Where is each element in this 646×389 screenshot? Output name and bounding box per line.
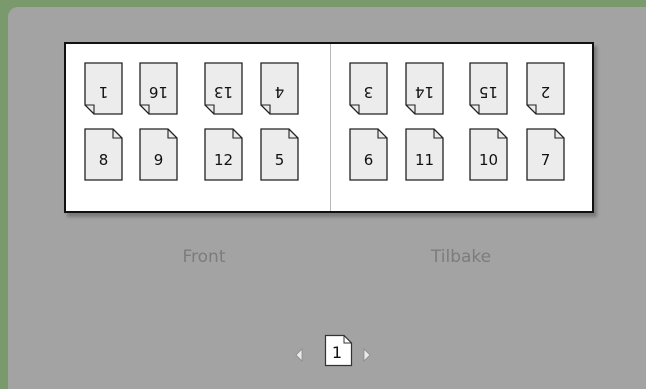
page-number: 11	[414, 151, 435, 169]
back-bottom-page-11: 11	[405, 128, 444, 181]
current-sheet-number: 1	[331, 343, 343, 362]
front-top-page-1: 1	[84, 62, 123, 115]
back-top-page-14: 14	[405, 62, 444, 115]
page-number: 5	[274, 151, 285, 169]
back-bottom-page-6: 6	[349, 128, 388, 181]
front-label: Front	[182, 247, 226, 267]
page-number: 7	[540, 151, 551, 169]
back-top-page-15: 15	[469, 62, 508, 115]
front-top-page-13: 13	[204, 62, 243, 115]
page-number: 16	[148, 83, 169, 101]
page-number: 4	[274, 83, 285, 101]
page-number: 9	[153, 151, 164, 169]
page-number: 6	[363, 151, 374, 169]
back-top-page-2: 2	[526, 62, 565, 115]
front-bottom-page-12: 12	[204, 128, 243, 181]
front-top-page-16: 16	[139, 62, 178, 115]
front-bottom-page-9: 9	[139, 128, 178, 181]
front-top-page-4: 4	[260, 62, 299, 115]
triangle-right-icon[interactable]	[362, 347, 372, 362]
page-number: 2	[540, 83, 551, 101]
page-number: 1	[98, 83, 109, 101]
triangle-left-icon[interactable]	[294, 347, 304, 362]
back-bottom-page-10: 10	[469, 128, 508, 181]
front-bottom-page-5: 5	[260, 128, 299, 181]
page-number: 8	[98, 151, 109, 169]
sheet-preview: 1 16 13 4 8 9 12 5 3 14 15 2 6 11 10 7	[64, 42, 594, 213]
page-number: 13	[213, 83, 234, 101]
page-number: 15	[478, 83, 499, 101]
page-number: 14	[414, 83, 435, 101]
imposition-panel: 1 16 13 4 8 9 12 5 3 14 15 2 6 11 10 7 Front Tilbake 1	[8, 7, 646, 389]
page-number: 10	[478, 151, 499, 169]
back-top-page-3: 3	[349, 62, 388, 115]
current-sheet-button[interactable]: 1	[324, 334, 353, 367]
front-bottom-page-8: 8	[84, 128, 123, 181]
page-number: 12	[213, 151, 234, 169]
back-label: Tilbake	[430, 247, 492, 267]
back-bottom-page-7: 7	[526, 128, 565, 181]
page-number: 3	[363, 83, 374, 101]
page-navigator: 1	[290, 333, 372, 373]
fold-line	[330, 44, 331, 211]
